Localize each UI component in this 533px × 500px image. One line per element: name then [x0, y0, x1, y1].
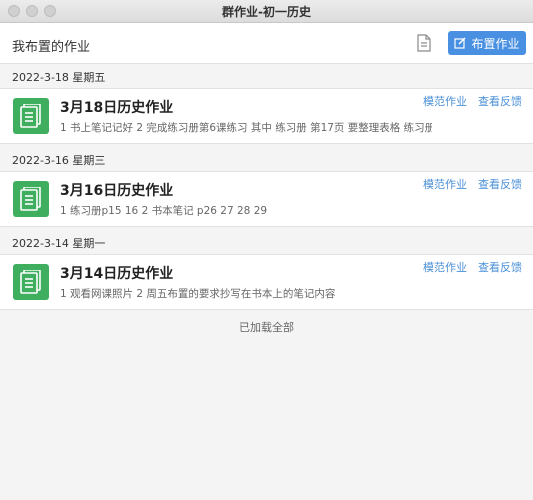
model-homework-link[interactable]: 模范作业: [423, 259, 467, 275]
app-window: 群作业-初一历史 我布置的作业 布置作业 2022-3-18 星期五 3月18日…: [0, 0, 533, 500]
date-label: 2022-3-14 星期一: [12, 237, 106, 250]
homework-title: 3月14日历史作业: [60, 266, 174, 282]
homework-document-icon: [13, 181, 49, 217]
assign-button-label: 布置作业: [471, 36, 520, 51]
model-homework-link[interactable]: 模范作业: [423, 176, 467, 192]
page-title: 我布置的作业: [12, 40, 91, 55]
window-title: 群作业-初一历史: [222, 5, 311, 19]
homework-item[interactable]: 3月14日历史作业 1 观看网课照片 2 周五布置的要求抄写在书本上的笔记内容 …: [0, 254, 533, 310]
date-label: 2022-3-16 星期三: [12, 154, 106, 167]
homework-description: 1 练习册p15 16 2 书本笔记 p26 27 28 29: [60, 205, 268, 217]
assign-homework-button[interactable]: 布置作业: [448, 31, 526, 55]
homework-description: 1 观看网课照片 2 周五布置的要求抄写在书本上的笔记内容: [60, 288, 336, 300]
homework-document-icon: [13, 264, 49, 300]
view-feedback-link[interactable]: 查看反馈: [478, 259, 522, 275]
title-bar: 群作业-初一历史: [0, 0, 533, 23]
date-label: 2022-3-18 星期五: [12, 71, 106, 84]
date-header: 2022-3-14 星期一: [0, 230, 533, 254]
homework-document-icon: [13, 98, 49, 134]
view-feedback-link[interactable]: 查看反馈: [478, 176, 522, 192]
homework-item[interactable]: 3月18日历史作业 1 书上笔记记好 2 完成练习册第6课练习 其中 练习册 第…: [0, 88, 533, 144]
homework-title: 3月18日历史作业: [60, 100, 174, 116]
model-homework-link[interactable]: 模范作业: [423, 93, 467, 109]
view-feedback-link[interactable]: 查看反馈: [478, 93, 522, 109]
homework-item[interactable]: 3月16日历史作业 1 练习册p15 16 2 书本笔记 p26 27 28 2…: [0, 171, 533, 227]
page-header: 我布置的作业 布置作业: [0, 23, 533, 64]
edit-icon: [454, 37, 466, 49]
document-icon[interactable]: [416, 34, 432, 52]
date-header: 2022-3-18 星期五: [0, 64, 533, 88]
homework-title: 3月16日历史作业: [60, 183, 174, 199]
homework-description: 1 书上笔记记好 2 完成练习册第6课练习 其中 练习册 第17页 要整理表格 …: [60, 122, 432, 134]
load-status: 已加载全部: [239, 321, 294, 334]
date-header: 2022-3-16 星期三: [0, 147, 533, 171]
